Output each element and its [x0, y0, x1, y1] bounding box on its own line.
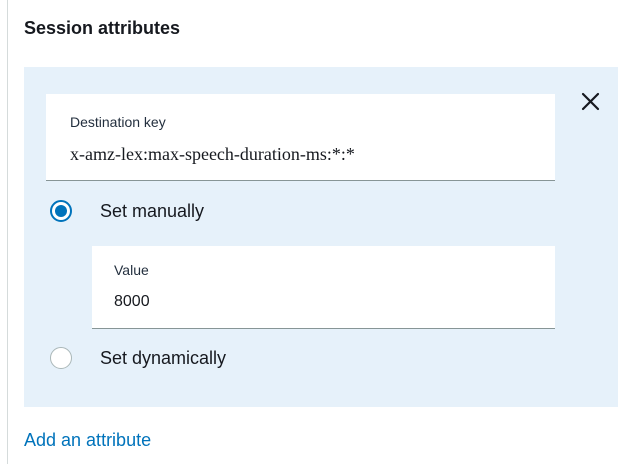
destination-key-field[interactable]: Destination key x-amz-lex:max-speech-dur…	[46, 94, 555, 181]
section-title: Session attributes	[24, 18, 181, 38]
value-label: Value	[114, 262, 149, 278]
set-dynamically-radio[interactable]: Set dynamically	[50, 344, 226, 372]
add-attribute-link[interactable]: Add an attribute	[24, 430, 151, 451]
set-dynamically-label: Set dynamically	[100, 347, 227, 368]
destination-key-label: Destination key	[70, 114, 166, 130]
radio-selected-icon[interactable]	[50, 200, 72, 222]
value-field[interactable]: Value 8000	[92, 246, 555, 329]
remove-attribute-button[interactable]	[574, 86, 606, 118]
set-manually-radio[interactable]: Set manually	[50, 197, 204, 225]
destination-key-input[interactable]: x-amz-lex:max-speech-duration-ms:*:*	[70, 144, 355, 165]
set-manually-label: Set manually	[100, 200, 205, 221]
session-attributes-container: Session attributes Destination key x-amz…	[0, 0, 618, 464]
close-icon	[581, 92, 600, 111]
container-border	[7, 0, 8, 464]
radio-unselected-icon[interactable]	[50, 347, 72, 369]
value-input[interactable]: 8000	[114, 293, 150, 311]
